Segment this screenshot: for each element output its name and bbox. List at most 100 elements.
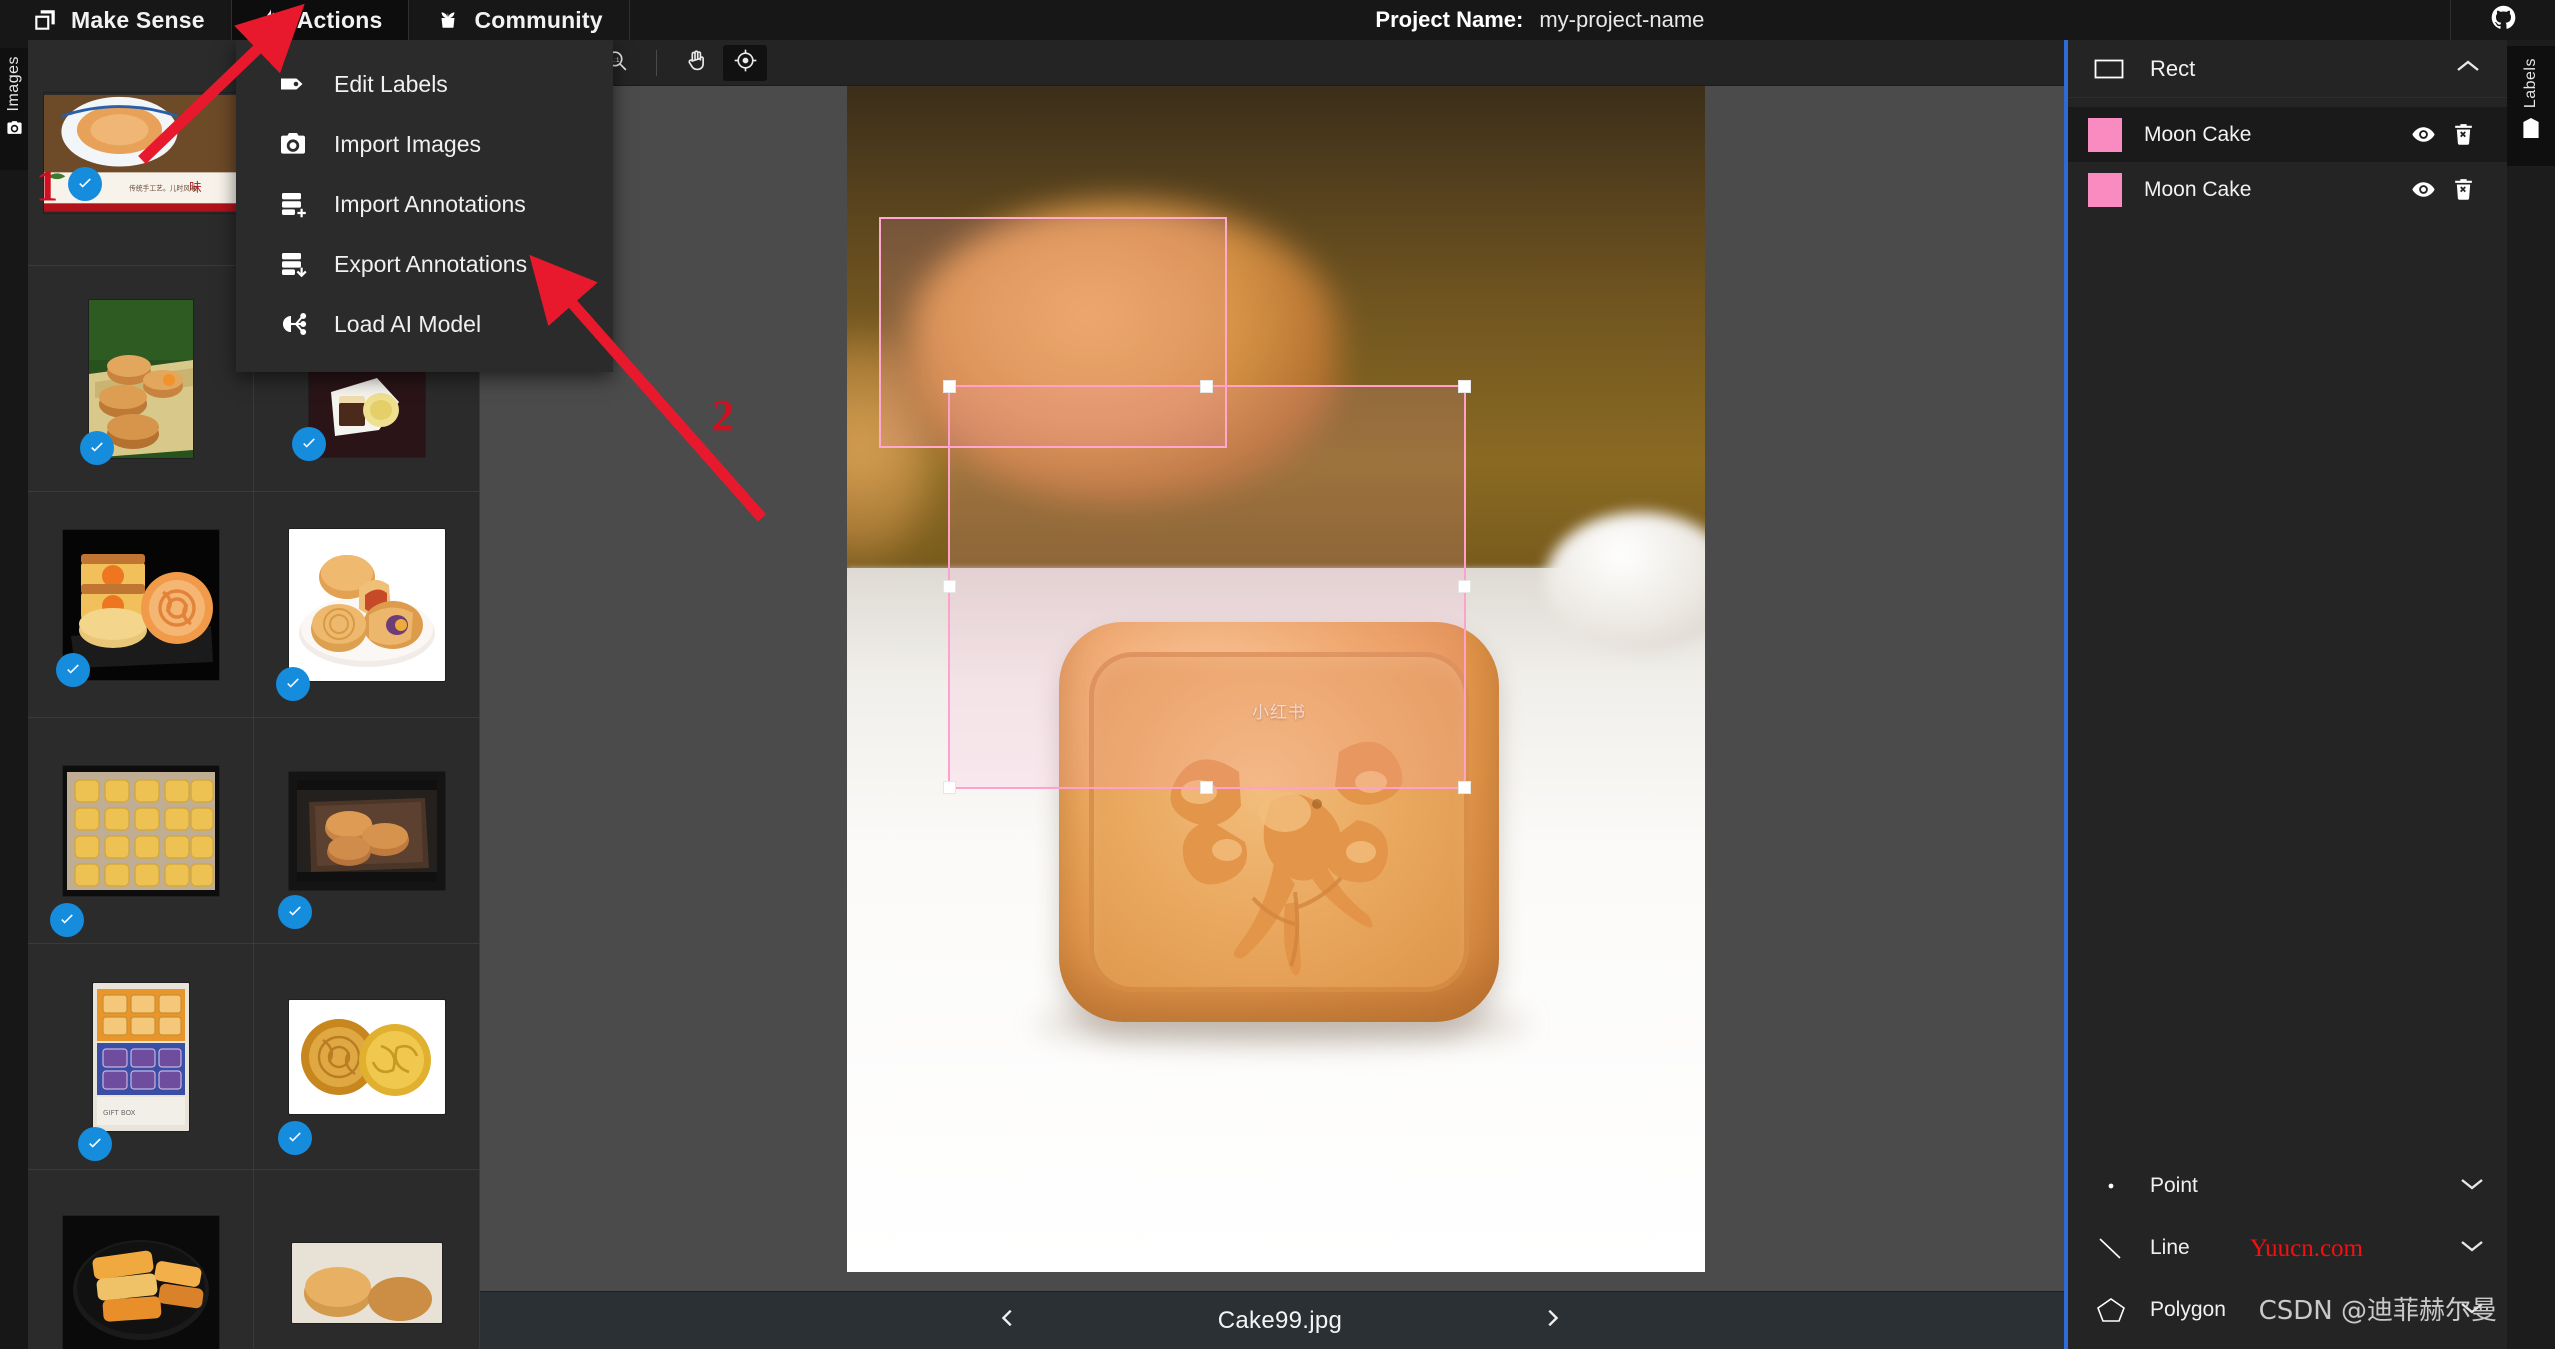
site-watermark: Yuucn.com — [2250, 1235, 2363, 1263]
top-navbar: Make Sense Actions Community Project Nam… — [0, 0, 2555, 40]
thumbnail-checkmark[interactable] — [50, 903, 84, 937]
chevron-down-icon[interactable] — [2459, 1238, 2485, 1259]
current-image-filename: Cake99.jpg — [1218, 1307, 1342, 1335]
image-navigation-bar: Cake99.jpg — [480, 1291, 2080, 1349]
next-image-button[interactable] — [1532, 1301, 1572, 1341]
navbar-spacer-right — [1704, 0, 2450, 40]
menu-item-import-images[interactable]: Import Images — [236, 114, 613, 174]
actions-dropdown-menu: Edit Labels Import Images Import Annotat… — [236, 40, 613, 372]
bbox-handle-se[interactable] — [1458, 781, 1471, 794]
bbox-handle-sw[interactable] — [943, 781, 956, 794]
svg-text:GIFT BOX: GIFT BOX — [103, 1109, 136, 1117]
tag-icon — [2522, 118, 2540, 138]
polygon-icon — [2094, 1296, 2128, 1324]
gallery-thumbnail-11[interactable] — [254, 1170, 480, 1349]
labels-panel: Rect Moon Cake Moon Cake — [2064, 40, 2507, 1349]
point-icon — [2094, 1172, 2128, 1200]
rect-section-header[interactable]: Rect — [2068, 40, 2507, 98]
tab-labels-label: Labels — [2522, 58, 2540, 108]
database-plus-icon — [278, 189, 308, 219]
label-rows: Moon Cake Moon Cake — [2068, 98, 2507, 217]
project-name-display: Project Name: my-project-name — [1375, 0, 1704, 40]
database-download-icon — [278, 249, 308, 279]
tab-images[interactable]: Images — [0, 48, 28, 170]
bbox-handle-s[interactable] — [1200, 781, 1213, 794]
tab-labels[interactable]: Labels — [2507, 46, 2555, 166]
editor-toolbar: 1:1 — [480, 40, 2080, 86]
brand-label: Make Sense — [71, 7, 205, 34]
menu-item-label: Edit Labels — [334, 71, 448, 98]
github-icon — [2490, 4, 2517, 36]
author-watermark: CSDN @迪菲赫尔曼 — [2259, 1290, 2497, 1327]
trash-x-icon[interactable] — [2443, 173, 2483, 207]
bbox-handle-ne[interactable] — [1458, 380, 1471, 393]
menu-item-load-ai-model[interactable]: Load AI Model — [236, 294, 613, 354]
nav-community-button[interactable]: Community — [409, 0, 629, 40]
nav-actions-button[interactable]: Actions — [232, 0, 410, 40]
label-color-swatch — [2088, 173, 2122, 207]
eye-icon[interactable] — [2403, 173, 2443, 207]
gallery-thumbnail-6[interactable] — [28, 718, 254, 944]
plant-icon — [435, 7, 461, 33]
thumbnail-checkmark[interactable] — [278, 1121, 312, 1155]
camera-icon — [278, 129, 308, 159]
thumbnail-checkmark[interactable] — [292, 427, 326, 461]
thumbnail-checkmark[interactable] — [80, 431, 114, 465]
make-sense-app: Make Sense Actions Community Project Nam… — [0, 0, 2555, 1349]
thumbnail-checkmark[interactable] — [78, 1127, 112, 1161]
label-name: Moon Cake — [2144, 123, 2403, 147]
gallery-thumbnail-4[interactable] — [28, 492, 254, 718]
pan-button[interactable] — [675, 45, 719, 81]
point-section-header[interactable]: Point — [2068, 1155, 2511, 1217]
thumbnail-checkmark[interactable] — [278, 895, 312, 929]
bbox-handle-nw[interactable] — [943, 380, 956, 393]
menu-item-label: Import Annotations — [334, 191, 526, 218]
navbar-spacer — [630, 0, 1376, 40]
label-row-0[interactable]: Moon Cake — [2068, 107, 2507, 162]
chevron-down-icon[interactable] — [2459, 1176, 2485, 1197]
copy-layers-icon — [32, 7, 58, 33]
chevron-left-icon — [997, 1303, 1019, 1338]
annotation-canvas[interactable]: 小红书 — [480, 86, 2080, 1291]
menu-item-edit-labels[interactable]: Edit Labels — [236, 54, 613, 114]
thumbnail-checkmark[interactable] — [56, 653, 90, 687]
eye-icon[interactable] — [2403, 118, 2443, 152]
brand-make-sense[interactable]: Make Sense — [0, 0, 232, 40]
bbox-selected[interactable] — [948, 385, 1466, 789]
flame-icon — [258, 7, 284, 33]
menu-item-label: Load AI Model — [334, 311, 481, 338]
menu-item-import-annotations[interactable]: Import Annotations — [236, 174, 613, 234]
gallery-thumbnail-8[interactable]: GIFT BOX — [28, 944, 254, 1170]
bbox-handle-n[interactable] — [1200, 380, 1213, 393]
gallery-thumbnail-10[interactable] — [28, 1170, 254, 1349]
crosshair-button[interactable] — [723, 45, 767, 81]
gallery-thumbnail-9[interactable] — [254, 944, 480, 1170]
thumbnail-checkmark[interactable] — [68, 167, 102, 201]
rect-icon — [2094, 58, 2124, 80]
trash-x-icon[interactable] — [2443, 118, 2483, 152]
right-side-tabs: Labels — [2507, 40, 2555, 1349]
menu-item-export-annotations[interactable]: Export Annotations — [236, 234, 613, 294]
svg-text:传统手工艺。儿时风味: 传统手工艺。儿时风味 — [129, 183, 197, 192]
bbox-handle-e[interactable] — [1458, 580, 1471, 593]
menu-item-label: Export Annotations — [334, 251, 527, 278]
gallery-thumbnail-7[interactable] — [254, 718, 480, 944]
gallery-thumbnail-2[interactable] — [28, 266, 254, 492]
nav-community-label: Community — [474, 7, 602, 34]
previous-image-button[interactable] — [988, 1301, 1028, 1341]
github-link[interactable] — [2450, 0, 2555, 40]
nav-actions-label: Actions — [297, 7, 383, 34]
chevron-right-icon — [1541, 1303, 1563, 1338]
rect-section-title: Rect — [2150, 56, 2455, 82]
label-row-1[interactable]: Moon Cake — [2068, 162, 2507, 217]
chevron-up-icon[interactable] — [2455, 58, 2481, 79]
thumbnail-checkmark[interactable] — [276, 667, 310, 701]
point-section-title: Point — [2150, 1174, 2459, 1198]
tab-images-label: Images — [5, 56, 23, 111]
gallery-thumbnail-5[interactable] — [254, 492, 480, 718]
gallery-thumbnail-0[interactable]: 味 传统手工艺。儿时风味 — [28, 40, 254, 266]
project-name-value: my-project-name — [1539, 7, 1704, 33]
toolbar-divider — [656, 50, 657, 76]
bbox-handle-w[interactable] — [943, 580, 956, 593]
line-icon — [2094, 1234, 2128, 1262]
